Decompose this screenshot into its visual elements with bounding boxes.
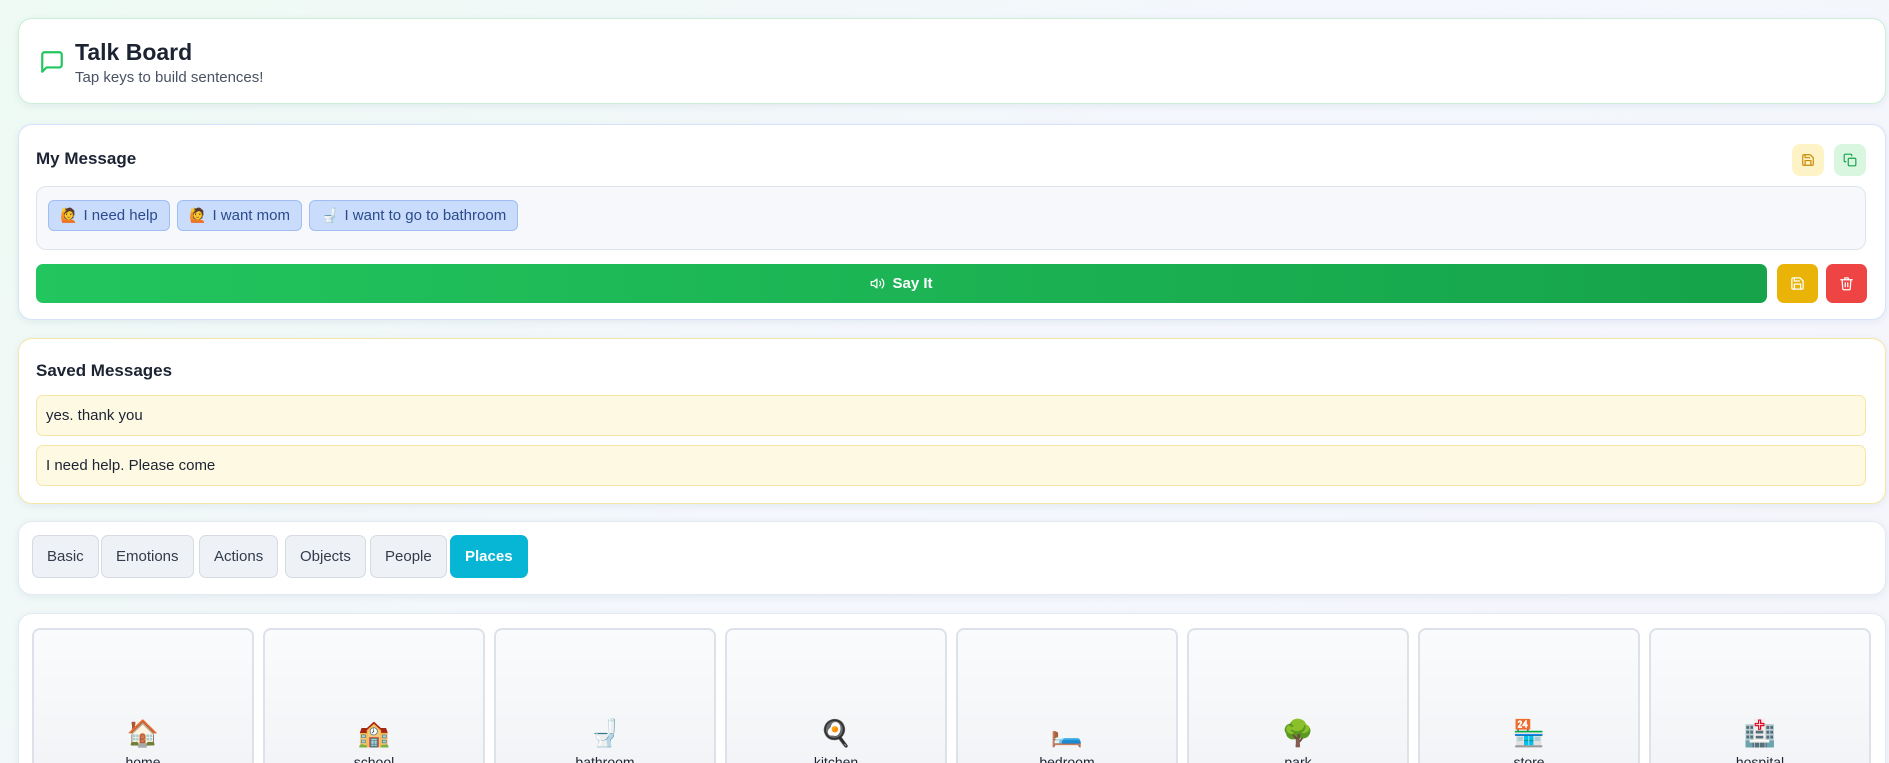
message-square-icon (41, 51, 63, 73)
save-icon (1791, 277, 1804, 290)
bed-icon: 🛏️ (1050, 718, 1084, 748)
tree-icon: 🌳 (1281, 718, 1315, 748)
store-icon: 🏪 (1512, 718, 1546, 748)
chip-label: I want to go to bathroom (344, 207, 507, 224)
say-it-button[interactable]: Say It (36, 264, 1767, 303)
key-home[interactable]: 🏠 home (32, 628, 254, 763)
save-icon (1802, 154, 1814, 166)
tab-objects[interactable]: Objects (285, 535, 366, 578)
key-label: store (1513, 754, 1545, 763)
save-message-icon-button[interactable] (1792, 144, 1824, 176)
key-school[interactable]: 🏫 school (263, 628, 485, 763)
key-hospital[interactable]: 🏥 hospital (1649, 628, 1871, 763)
key-park[interactable]: 🌳 park (1187, 628, 1409, 763)
message-card: My Message 🙋 I need help 🙋 I want mom 🚽 … (18, 124, 1886, 320)
tab-places[interactable]: Places (450, 535, 528, 578)
saved-messages-title: Saved Messages (36, 361, 173, 380)
home-icon: 🏠 (126, 718, 160, 748)
key-bathroom[interactable]: 🚽 bathroom (494, 628, 716, 763)
chip-label: I need help (83, 207, 158, 224)
copy-icon (1843, 153, 1857, 167)
school-icon: 🏫 (357, 718, 391, 748)
trash-icon (1840, 277, 1853, 291)
copy-message-button[interactable] (1834, 144, 1866, 176)
message-chip[interactable]: 🙋 I want mom (177, 200, 302, 231)
say-it-label: Say It (892, 275, 933, 292)
frying-pan-icon: 🍳 (819, 718, 853, 748)
save-button[interactable] (1777, 264, 1818, 303)
key-label: home (125, 754, 161, 763)
key-label: hospital (1735, 754, 1785, 763)
saved-message-item[interactable]: yes. thank you (36, 395, 1866, 436)
message-box: 🙋 I need help 🙋 I want mom 🚽 I want to g… (36, 186, 1866, 250)
hospital-icon: 🏥 (1743, 718, 1777, 748)
category-tabs-card: Basic Emotions Actions Objects People Pl… (18, 521, 1886, 595)
tab-actions[interactable]: Actions (199, 535, 279, 578)
speaker-icon (871, 278, 885, 289)
key-store[interactable]: 🏪 store (1418, 628, 1640, 763)
chip-emoji: 🙋 (189, 207, 207, 223)
chip-label: I want mom (212, 207, 290, 224)
toilet-icon: 🚽 (588, 718, 622, 748)
key-label: kitchen (813, 754, 859, 763)
header-card: Talk Board Tap keys to build sentences! (18, 18, 1886, 104)
tab-people[interactable]: People (370, 535, 447, 578)
chip-emoji: 🚽 (321, 207, 339, 223)
key-label: bedroom (1039, 754, 1095, 763)
message-title: My Message (36, 149, 137, 168)
chip-emoji: 🙋 (60, 207, 78, 223)
key-label: school (353, 754, 395, 763)
saved-messages-card: Saved Messages yes. thank you I need hel… (18, 338, 1886, 504)
key-bedroom[interactable]: 🛏️ bedroom (956, 628, 1178, 763)
app-subtitle: Tap keys to build sentences! (75, 69, 264, 86)
saved-message-item[interactable]: I need help. Please come (36, 445, 1866, 486)
key-label: bathroom (575, 754, 635, 763)
key-kitchen[interactable]: 🍳 kitchen (725, 628, 947, 763)
key-label: park (1284, 754, 1312, 763)
message-chip[interactable]: 🚽 I want to go to bathroom (309, 200, 519, 231)
app-title: Talk Board (75, 39, 193, 65)
tab-basic[interactable]: Basic (32, 535, 99, 578)
delete-button[interactable] (1826, 264, 1867, 303)
message-chip[interactable]: 🙋 I need help (48, 200, 170, 231)
tab-emotions[interactable]: Emotions (101, 535, 194, 578)
keys-grid-card: 🏠 home 🏫 school 🚽 bathroom 🍳 kitchen 🛏️ … (18, 613, 1886, 763)
